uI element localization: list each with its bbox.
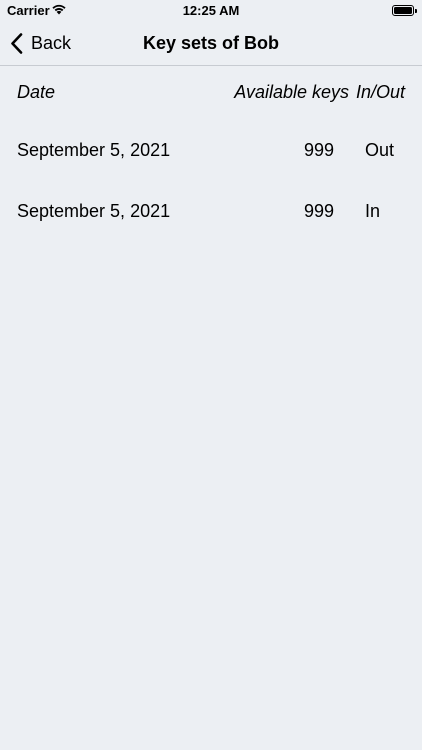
row-date: September 5, 2021 <box>17 201 171 221</box>
status-bar: Carrier 12:25 AM <box>0 0 422 22</box>
header-available-keys: Available keys <box>234 82 349 102</box>
row-available-keys: 999 <box>304 140 335 160</box>
table-row[interactable]: September 5, 2021 999 In <box>0 181 422 242</box>
table-row[interactable]: September 5, 2021 999 Out <box>0 120 422 181</box>
row-in-out: In <box>365 201 381 221</box>
navigation-bar: Key sets of Bob Back <box>0 22 422 66</box>
row-in-out: Out <box>365 140 395 160</box>
header-date: Date <box>17 82 56 102</box>
row-date: September 5, 2021 <box>17 140 171 160</box>
row-available-keys: 999 <box>304 201 335 221</box>
back-button-label: Back <box>31 33 72 53</box>
header-in-out: In/Out <box>355 82 405 102</box>
back-button[interactable]: Back <box>10 22 71 65</box>
screen: Carrier 12:25 AM Key sets of Bob Back Da… <box>0 0 422 750</box>
chevron-left-icon <box>11 33 23 54</box>
battery-icon <box>392 5 417 16</box>
table-header-row: Date Available keys In/Out <box>0 66 422 120</box>
status-time: 12:25 AM <box>182 3 240 18</box>
key-sets-table: Date Available keys In/Out September 5, … <box>0 66 422 242</box>
